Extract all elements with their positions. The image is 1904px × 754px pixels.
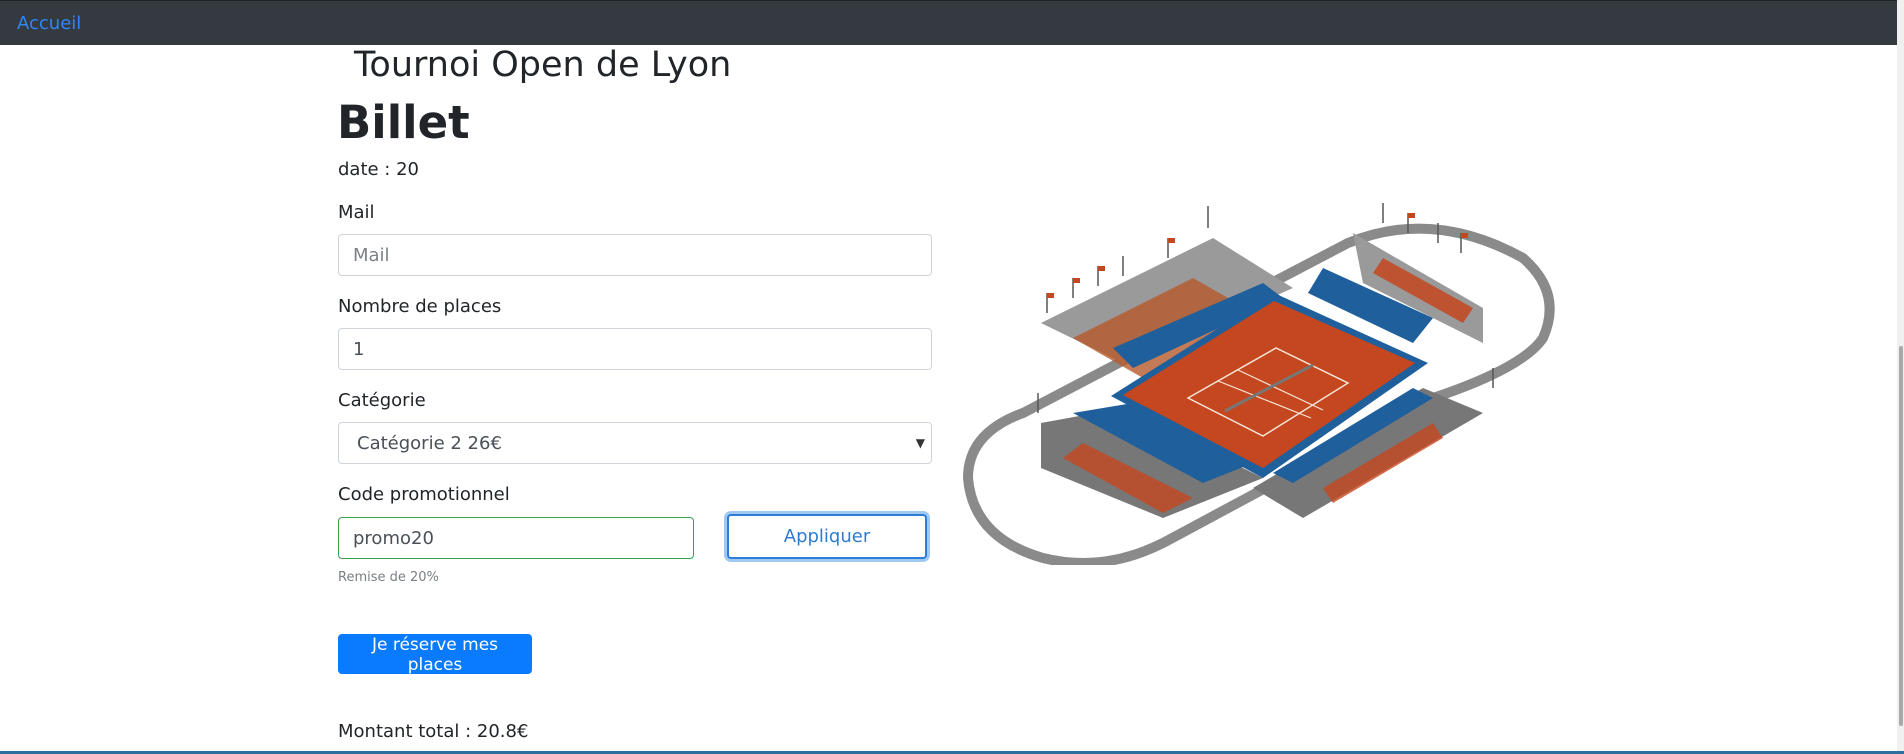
navbar: Accueil: [0, 0, 1904, 45]
apply-promo-button[interactable]: Appliquer: [727, 514, 927, 559]
places-input[interactable]: [338, 328, 932, 370]
date-text: date : 20: [338, 159, 419, 180]
places-label: Nombre de places: [338, 296, 502, 317]
category-label: Catégorie: [338, 390, 426, 411]
reserve-button[interactable]: Je réserve mes places: [338, 634, 532, 675]
mail-input[interactable]: [338, 234, 932, 276]
promo-code-input[interactable]: [338, 517, 694, 559]
mail-label: Mail: [338, 202, 375, 223]
scrollbar-thumb[interactable]: [1899, 346, 1903, 726]
nav-home-link[interactable]: Accueil: [17, 13, 81, 34]
promo-hint: Remise de 20%: [338, 570, 439, 585]
promo-label: Code promotionnel: [338, 484, 510, 505]
category-selected-value: Catégorie 2 26€: [357, 432, 502, 454]
total-amount: Montant total : 20.8€: [338, 721, 529, 742]
chevron-down-icon: ▼: [915, 436, 925, 450]
ticket-heading: Billet: [337, 96, 470, 149]
stadium-image: [963, 203, 1555, 565]
page-title: Tournoi Open de Lyon: [354, 45, 732, 85]
category-select[interactable]: Catégorie 2 26€ ▼: [338, 422, 932, 464]
